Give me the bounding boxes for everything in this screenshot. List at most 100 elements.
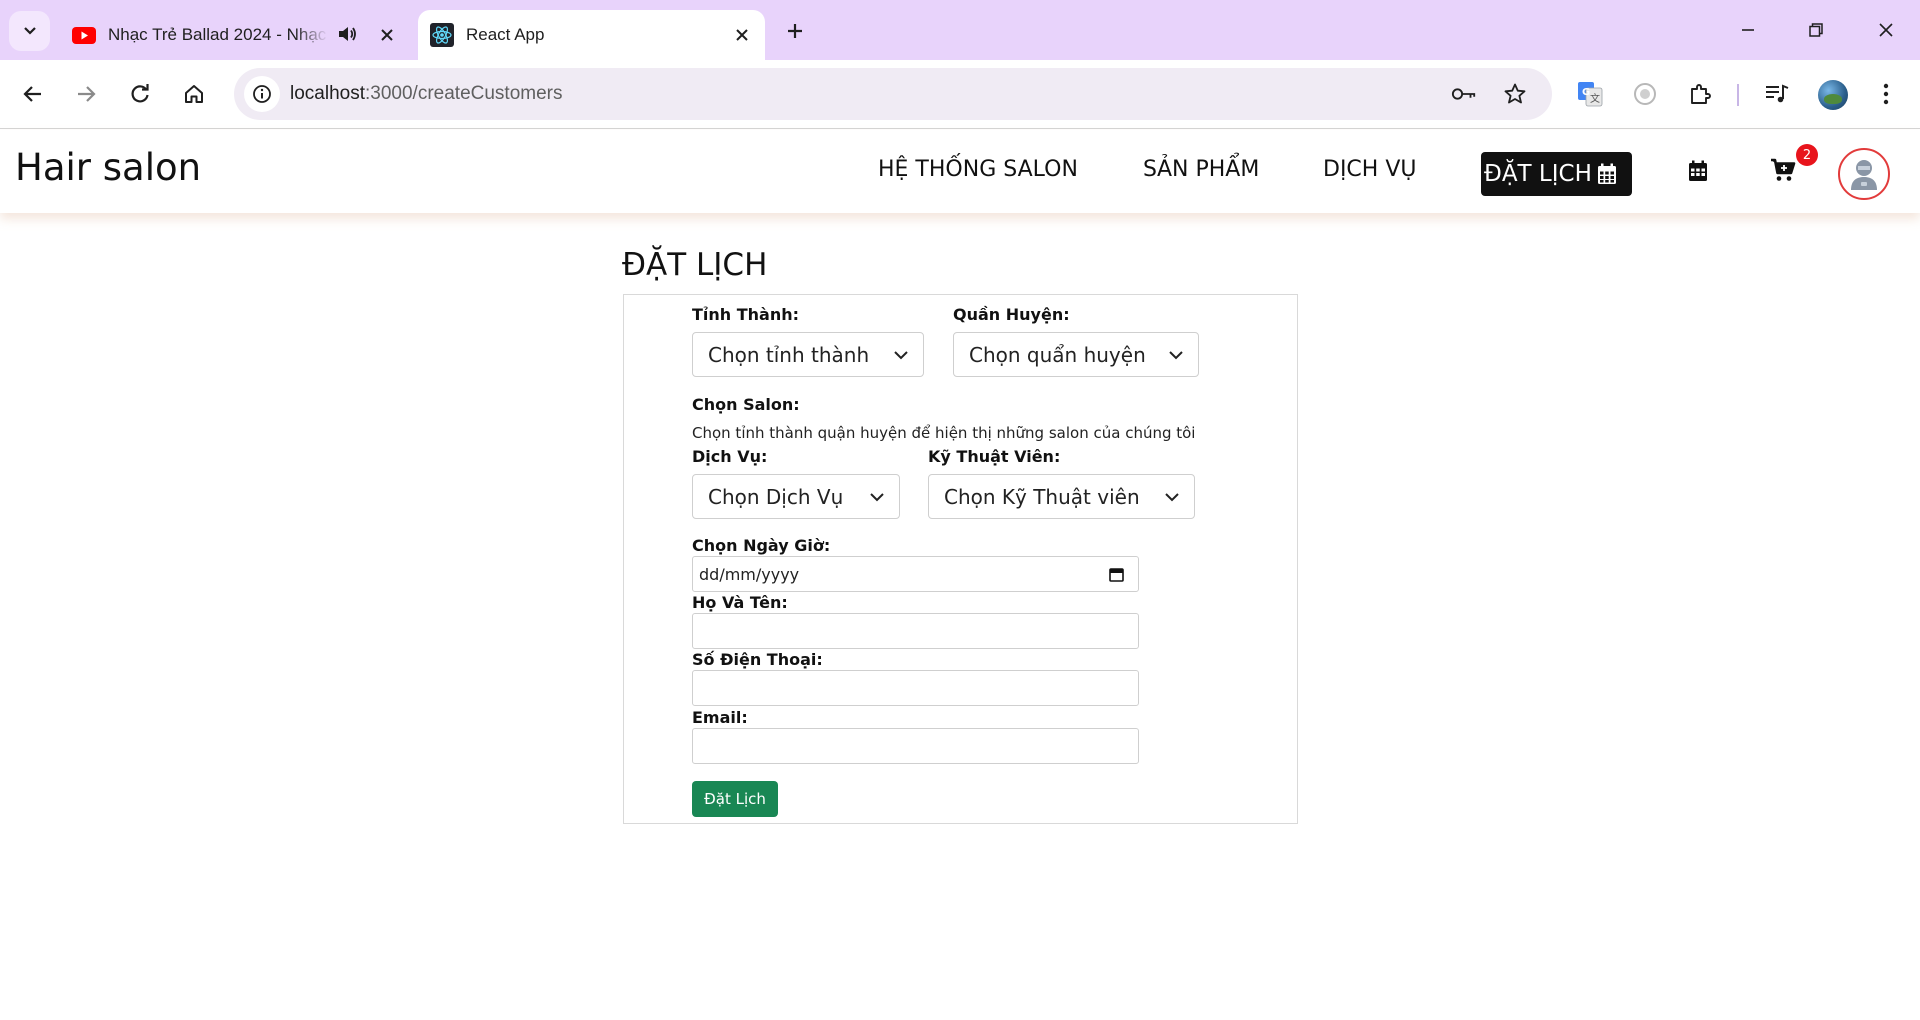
- cart-icon: [1771, 158, 1796, 181]
- submit-booking-button[interactable]: Đặt Lịch: [692, 781, 778, 817]
- playlist-music-icon: [1766, 84, 1789, 103]
- schedule-calendar-button[interactable]: [1688, 160, 1708, 186]
- province-select-value: Chọn tỉnh thành: [708, 342, 870, 367]
- name-label: Họ Và Tên:: [692, 593, 788, 612]
- tab-react-app[interactable]: React App: [418, 10, 765, 60]
- close-window-button[interactable]: [1866, 10, 1906, 50]
- menu-button[interactable]: [1867, 75, 1905, 113]
- technician-label: Kỹ Thuật Viên:: [928, 447, 1061, 466]
- restore-icon: [1809, 23, 1823, 37]
- booking-form: Tỉnh Thành: Chọn tỉnh thành Quần Huyện: …: [623, 294, 1298, 824]
- back-button[interactable]: [14, 75, 52, 113]
- record-extension[interactable]: [1626, 75, 1664, 113]
- reload-icon: [131, 84, 149, 103]
- site-navbar: Hair salon HỆ THỐNG SALON SẢN PHẨM DỊCH …: [0, 130, 1920, 213]
- salon-hint-text: Chọn tỉnh thành quận huyện để hiện thị n…: [692, 424, 1196, 442]
- url-path: :3000/createCustomers: [365, 83, 563, 104]
- bookmark-button[interactable]: [1502, 81, 1528, 107]
- forward-button[interactable]: [67, 75, 105, 113]
- info-icon: [253, 85, 271, 103]
- youtube-icon: [72, 26, 96, 44]
- key-icon: [1451, 88, 1476, 100]
- address-bar[interactable]: localhost:3000/createCustomers: [234, 68, 1552, 120]
- nav-book-label: ĐẶT LỊCH: [1484, 161, 1592, 187]
- url-host: localhost: [290, 83, 365, 104]
- plus-icon: [788, 24, 802, 38]
- datetime-label: Chọn Ngày Giờ:: [692, 536, 831, 555]
- name-input[interactable]: [692, 613, 1139, 649]
- service-select-value: Chọn Dịch Vụ: [708, 484, 844, 509]
- extensions-button[interactable]: [1681, 75, 1719, 113]
- tab-youtube[interactable]: Nhạc Trẻ Ballad 2024 - Nhạc: [60, 10, 410, 60]
- minimize-icon: [1742, 29, 1754, 31]
- brand-logo[interactable]: Hair salon: [15, 146, 201, 189]
- nav-salon-system[interactable]: HỆ THỐNG SALON: [878, 157, 1078, 182]
- svg-text:文: 文: [1590, 92, 1600, 105]
- close-tab-button[interactable]: [376, 24, 398, 46]
- close-icon: [736, 29, 748, 41]
- email-input[interactable]: [692, 728, 1139, 764]
- google-translate-extension[interactable]: G文: [1571, 75, 1609, 113]
- tab-title: Nhạc Trẻ Ballad 2024 - Nhạc: [108, 25, 327, 44]
- datetime-input[interactable]: dd/mm/yyyy: [692, 556, 1139, 592]
- calendar-icon: [1689, 160, 1707, 181]
- chevron-down-icon: [23, 27, 36, 35]
- puzzle-icon: [1691, 84, 1711, 104]
- star-icon: [1504, 83, 1526, 104]
- browser-tab-strip: Nhạc Trẻ Ballad 2024 - Nhạc React App: [0, 0, 1920, 60]
- arrow-left-icon: [23, 86, 41, 102]
- page-title: ĐẶT LỊCH: [622, 247, 768, 283]
- calendar-icon[interactable]: [1109, 567, 1124, 582]
- media-controls-button[interactable]: [1758, 75, 1796, 113]
- user-icon: [1851, 160, 1877, 190]
- translate-icon: G文: [1578, 82, 1603, 107]
- nav-services[interactable]: DỊCH VỤ: [1323, 157, 1416, 182]
- phone-label: Số Điện Thoại:: [692, 650, 823, 669]
- chevron-down-icon: [1169, 351, 1183, 360]
- district-label: Quần Huyện:: [953, 305, 1070, 324]
- district-select-value: Chọn quẩn huyện: [969, 342, 1146, 367]
- nav-book-button[interactable]: ĐẶT LỊCH: [1481, 152, 1632, 196]
- technician-select[interactable]: Chọn Kỹ Thuật viên: [928, 474, 1195, 519]
- phone-input[interactable]: [692, 670, 1139, 706]
- user-avatar-button[interactable]: [1838, 148, 1890, 200]
- salon-label: Chọn Salon:: [692, 395, 800, 414]
- more-vert-icon: [1883, 83, 1889, 105]
- district-select[interactable]: Chọn quẩn huyện: [953, 332, 1199, 377]
- close-icon: [381, 29, 393, 41]
- calendar-icon: [1597, 163, 1616, 184]
- chevron-down-icon: [870, 493, 884, 502]
- cart-count-badge: 2: [1796, 144, 1818, 166]
- record-icon: [1634, 83, 1656, 105]
- minimize-button[interactable]: [1728, 10, 1768, 50]
- chevron-down-icon: [1165, 493, 1179, 502]
- restore-button[interactable]: [1796, 10, 1836, 50]
- tab-title: React App: [466, 25, 545, 44]
- password-key-button[interactable]: [1451, 81, 1477, 107]
- url-text[interactable]: localhost:3000/createCustomers: [290, 83, 563, 105]
- tab-search-button[interactable]: [9, 11, 50, 51]
- home-icon: [185, 85, 203, 103]
- service-select[interactable]: Chọn Dịch Vụ: [692, 474, 900, 519]
- province-select[interactable]: Chọn tỉnh thành: [692, 332, 924, 377]
- arrow-right-icon: [78, 86, 96, 102]
- close-icon: [1879, 23, 1893, 37]
- new-tab-button[interactable]: [778, 14, 812, 48]
- nav-products[interactable]: SẢN PHẨM: [1143, 157, 1259, 182]
- email-label: Email:: [692, 708, 748, 727]
- home-button[interactable]: [175, 75, 213, 113]
- toolbar-divider: [1737, 84, 1739, 106]
- cart-button[interactable]: [1770, 158, 1796, 186]
- service-label: Dịch Vụ:: [692, 447, 768, 466]
- technician-select-value: Chọn Kỹ Thuật viên: [944, 484, 1140, 509]
- reload-button[interactable]: [121, 75, 159, 113]
- close-tab-button[interactable]: [731, 24, 753, 46]
- browser-toolbar: localhost:3000/createCustomers G文: [0, 60, 1920, 129]
- svg-text:G: G: [1582, 87, 1590, 98]
- chevron-down-icon: [894, 351, 908, 360]
- datetime-placeholder: dd/mm/yyyy: [699, 564, 800, 584]
- speaker-icon[interactable]: [336, 23, 358, 50]
- province-label: Tỉnh Thành:: [692, 305, 800, 324]
- site-info-button[interactable]: [244, 76, 280, 112]
- profile-avatar[interactable]: [1818, 80, 1848, 110]
